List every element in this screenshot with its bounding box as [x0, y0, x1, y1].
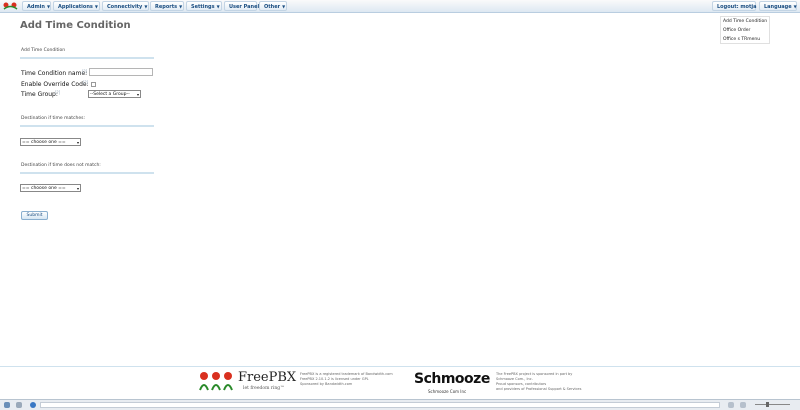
- top-menu-bar: Admin ▼ Applications ▼ Connectivity ▼ Repor…: [0, 0, 800, 13]
- taskbar: [0, 399, 800, 410]
- tray-icon[interactable]: [740, 402, 746, 408]
- dest-nomatch-select-value: == choose one ==: [22, 186, 66, 191]
- section-divider: [20, 172, 154, 174]
- rnav-item-office-s-trmenu[interactable]: Office s TRmenu: [723, 37, 760, 42]
- footer-divider: [0, 366, 800, 367]
- menu-applications[interactable]: Applications ▼: [53, 1, 100, 11]
- language-menu[interactable]: Language ▼: [759, 1, 797, 11]
- chevron-down-icon: ▾: [76, 140, 79, 145]
- chevron-down-icon: ▼: [793, 4, 797, 9]
- time-condition-name-input[interactable]: [89, 68, 153, 76]
- freepbx-frogs-logo-icon: [199, 372, 233, 391]
- menu-settings-label: Settings: [191, 4, 215, 10]
- zoom-slider-track[interactable]: [755, 404, 790, 405]
- help-icon[interactable]: [?]: [83, 80, 88, 85]
- dest-match-select[interactable]: == choose one == ▾: [20, 138, 81, 146]
- freepbx-logo-icon[interactable]: [2, 1, 19, 11]
- chevron-down-icon: ▼: [46, 4, 51, 9]
- help-icon[interactable]: [?]: [55, 90, 60, 95]
- menu-reports[interactable]: Reports ▼: [150, 1, 184, 11]
- override-code-label: Enable Override Code:: [21, 81, 89, 88]
- menu-settings[interactable]: Settings ▼: [186, 1, 222, 11]
- dest-match-select-value: == choose one ==: [22, 140, 66, 145]
- app-icon[interactable]: [16, 402, 22, 408]
- language-label: Language: [764, 4, 792, 10]
- globe-icon[interactable]: [30, 402, 36, 408]
- chevron-down-icon: ▼: [94, 4, 98, 9]
- taskbar-search-input[interactable]: [40, 402, 720, 408]
- freepbx-info-line: Sponsored by Bandwidth.com: [300, 382, 353, 386]
- menu-other[interactable]: Other ▼: [259, 1, 287, 11]
- chevron-down-icon: ▼: [282, 4, 286, 9]
- logout-button[interactable]: Logout: motja: [712, 1, 756, 11]
- menu-user-panel[interactable]: User Panel: [224, 1, 260, 11]
- time-group-select[interactable]: --Select a Group-- ▾: [88, 90, 141, 98]
- rnav-item-add-time-condition[interactable]: Add Time Condition: [723, 19, 767, 24]
- chevron-down-icon: ▼: [216, 4, 220, 9]
- right-nav-list: Add Time Condition Office Order Office s…: [720, 16, 770, 44]
- chevron-down-icon: ▾: [76, 186, 79, 191]
- rnav-item-office-order[interactable]: Office Order: [723, 28, 750, 33]
- window-icon[interactable]: [4, 402, 10, 408]
- time-group-select-value: --Select a Group--: [90, 92, 130, 97]
- zoom-slider-handle[interactable]: [766, 402, 769, 407]
- menu-admin-label: Admin: [27, 4, 45, 10]
- dest-nomatch-title: Destination if time does not match:: [21, 163, 101, 168]
- menu-reports-label: Reports: [155, 4, 178, 10]
- dest-nomatch-select[interactable]: == choose one == ▾: [20, 184, 81, 192]
- menu-other-label: Other: [264, 4, 281, 10]
- tray-icon[interactable]: [728, 402, 734, 408]
- menu-connectivity-label: Connectivity: [107, 4, 143, 10]
- section-divider: [20, 57, 154, 59]
- chevron-down-icon: ▼: [179, 4, 183, 9]
- menu-connectivity[interactable]: Connectivity ▼: [102, 1, 149, 11]
- chevron-down-icon: ▾: [136, 92, 139, 97]
- menu-admin[interactable]: Admin ▼: [22, 1, 51, 11]
- time-condition-name-label: Time Condition name:: [21, 70, 88, 77]
- time-group-label: Time Group:: [21, 91, 58, 98]
- menu-user-panel-label: User Panel: [229, 4, 260, 10]
- section-divider: [20, 125, 154, 127]
- menu-applications-label: Applications: [58, 4, 93, 10]
- help-icon[interactable]: [?]: [82, 69, 87, 74]
- page-title: Add Time Condition: [20, 20, 131, 31]
- section-title: Add Time Condition: [21, 48, 66, 53]
- chevron-down-icon: ▼: [144, 4, 148, 9]
- logout-label: Logout: motja: [717, 4, 757, 10]
- submit-button[interactable]: Submit: [21, 211, 48, 220]
- freepbx-slogan: let freedom ring™: [243, 386, 285, 391]
- schmooze-info: The FreePBX project is sponsored in part…: [496, 372, 581, 392]
- schmooze-wordmark[interactable]: Schmooze: [414, 371, 490, 387]
- dest-match-title: Destination if time matches:: [21, 116, 85, 121]
- freepbx-info: FreePBX is a registered trademark of Ban…: [300, 372, 393, 387]
- schmooze-info-line: and providers of Professional Support & …: [496, 387, 582, 391]
- schmooze-subtitle: Schmooze Com Inc: [428, 389, 467, 394]
- freepbx-wordmark[interactable]: FreePBX: [238, 370, 296, 385]
- override-code-checkbox[interactable]: [91, 82, 96, 87]
